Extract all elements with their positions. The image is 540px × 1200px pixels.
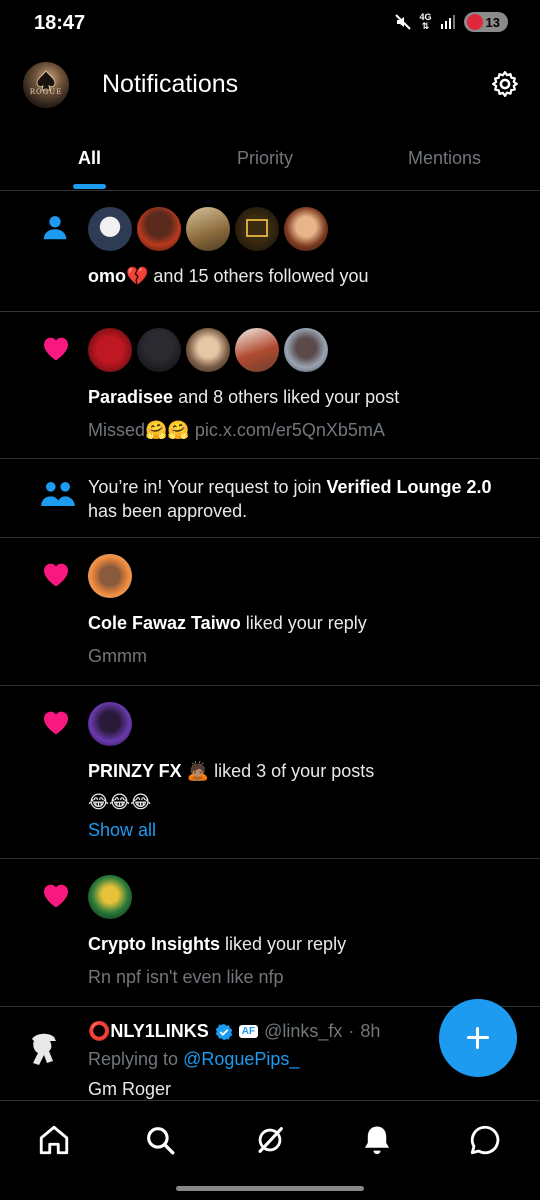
notification-follow[interactable]: omo💔 and 15 others followed you [0,191,540,312]
avatar[interactable] [235,207,279,251]
notification-community[interactable]: You’re in! Your request to join Verified… [0,459,540,538]
avatar[interactable] [88,702,132,746]
notification-like-posts[interactable]: PRINZY FX 🙇🏽 liked 3 of your posts 😂😂😂 S… [0,686,540,859]
avatar[interactable] [88,554,132,598]
avatar[interactable] [235,328,279,372]
tab-all[interactable]: All [78,148,101,169]
avatar[interactable] [137,207,181,251]
show-all-link[interactable]: Show all [88,820,156,841]
messages-icon[interactable] [468,1123,502,1157]
verified-badge-icon [215,1023,233,1040]
page-title: Notifications [102,70,239,98]
person-icon [43,216,67,240]
battery-saver-icon [466,14,483,30]
tab-mentions[interactable]: Mentions [408,148,481,169]
notification-text: PRINZY FX 🙇🏽 liked 3 of your posts [88,761,375,781]
heart-icon [44,337,68,361]
home-indicator [176,1186,364,1191]
heart-icon [44,563,68,587]
home-icon[interactable] [37,1123,71,1157]
bottom-navigation [0,1100,540,1200]
avatar-logo-text: ROGUE [29,88,63,96]
liker-avatars [88,702,132,746]
avatar[interactable] [88,875,132,919]
avatar[interactable] [88,328,132,372]
post-snippet: 😂😂😂 [88,792,152,812]
profile-avatar[interactable]: ROGUE [23,62,69,108]
notification-text: Paradisee and 8 others liked your post [88,387,400,407]
follower-avatars [88,207,328,251]
liker-avatars [88,328,328,372]
reply-header: ⭕NLY1LINKS AF @links_fx · 8h [88,1021,381,1042]
grok-icon[interactable] [253,1123,287,1157]
avatar-logo [246,219,268,237]
spade-icon [36,70,56,91]
mute-icon [394,14,411,30]
avatar[interactable] [137,328,181,372]
reply-text: Gm Roger [88,1079,172,1099]
notifications-bell-icon[interactable] [360,1123,394,1157]
top-app-bar: ROGUE Notifications [0,48,540,124]
people-icon [41,482,75,506]
post-snippet: Gmmm [88,646,147,666]
signal-icon [440,15,455,29]
status-bar: 18:47 4G ⇅ 13 [0,0,540,48]
affiliate-badge: AF [238,1025,259,1038]
liker-avatars [88,554,132,598]
notification-tabs: All Priority Mentions [0,124,540,191]
heart-icon [44,884,68,908]
author-handle: @links_fx [264,1021,343,1041]
notification-text: Crypto Insights liked your reply [88,934,347,954]
tab-active-indicator [73,184,106,189]
author-name[interactable]: ⭕NLY1LINKS [88,1021,209,1042]
compose-button[interactable] [439,999,517,1077]
liker-avatars [88,875,132,919]
battery-indicator: 13 [463,12,508,32]
notification-like-post[interactable]: Paradisee and 8 others liked your post M… [0,312,540,459]
notification-text: omo💔 and 15 others followed you [88,266,369,286]
network-icon: 4G ⇅ [419,12,432,31]
replying-to: Replying to @RoguePips_ [88,1049,300,1069]
post-snippet: Rn npf isn't even like nfp [88,967,284,987]
notification-like-reply[interactable]: Cole Fawaz Taiwo liked your reply Gmmm [0,538,540,686]
avatar[interactable] [88,207,132,251]
replying-handle-link[interactable]: @RoguePips_ [183,1049,299,1069]
notification-text: Cole Fawaz Taiwo liked your reply [88,613,367,633]
timestamp: 8h [360,1021,381,1041]
search-icon[interactable] [143,1123,177,1157]
status-time: 18:47 [34,12,86,34]
avatar[interactable] [284,207,328,251]
gear-icon[interactable] [490,69,520,99]
notification-text: You’re in! Your request to join Verified… [88,477,492,521]
notification-like-reply[interactable]: Crypto Insights liked your reply Rn npf … [0,859,540,1007]
avatar[interactable] [186,328,230,372]
avatar-silhouette [32,1033,56,1065]
heart-icon [44,711,68,735]
post-snippet: Missed🤗🤗 pic.x.com/er5QnXb5mA [88,420,385,440]
avatar[interactable] [22,1027,66,1071]
avatar[interactable] [284,328,328,372]
avatar[interactable] [186,207,230,251]
tab-priority[interactable]: Priority [237,148,293,169]
